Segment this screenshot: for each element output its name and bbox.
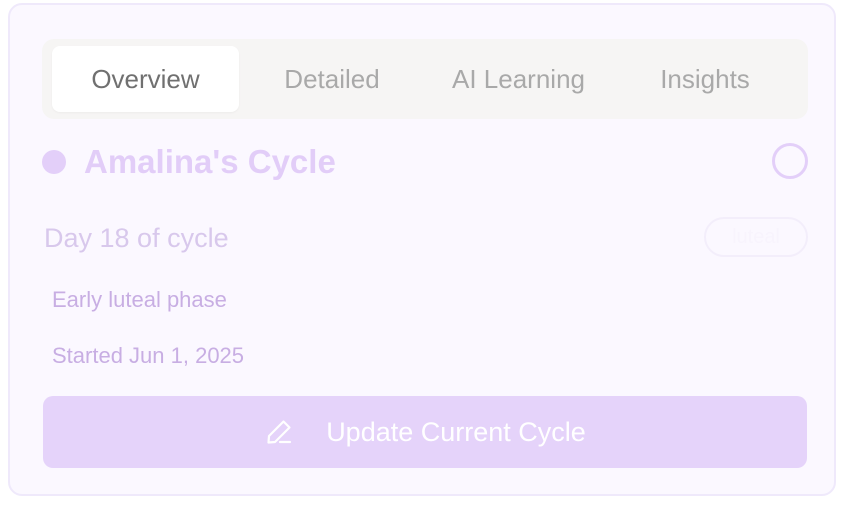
- update-cycle-label: Update Current Cycle: [326, 416, 586, 447]
- phase-description: Early luteal phase: [52, 287, 227, 312]
- cycle-start-date: Started Jun 1, 2025: [52, 343, 245, 368]
- cycle-card: Overview Detailed AI Learning Insights A…: [8, 3, 836, 496]
- update-cycle-button[interactable]: Update Current Cycle: [43, 396, 807, 468]
- tab-insights[interactable]: Insights: [612, 46, 798, 112]
- tab-overview[interactable]: Overview: [52, 46, 239, 112]
- tab-bar: Overview Detailed AI Learning Insights: [42, 39, 808, 119]
- cycle-title: Amalina's Cycle: [84, 143, 336, 180]
- phase-badge: luteal: [704, 217, 808, 257]
- status-dot-icon: [42, 150, 66, 174]
- pencil-icon: [264, 417, 294, 447]
- cycle-day-text: Day 18 of cycle: [44, 223, 229, 253]
- cycle-day-row: Day 18 of cycle luteal: [42, 215, 808, 261]
- cycle-header: Amalina's Cycle: [42, 140, 808, 184]
- cycle-toggle-button[interactable]: [772, 143, 808, 179]
- tab-ai-learning[interactable]: AI Learning: [425, 46, 612, 112]
- tab-detailed[interactable]: Detailed: [239, 46, 425, 112]
